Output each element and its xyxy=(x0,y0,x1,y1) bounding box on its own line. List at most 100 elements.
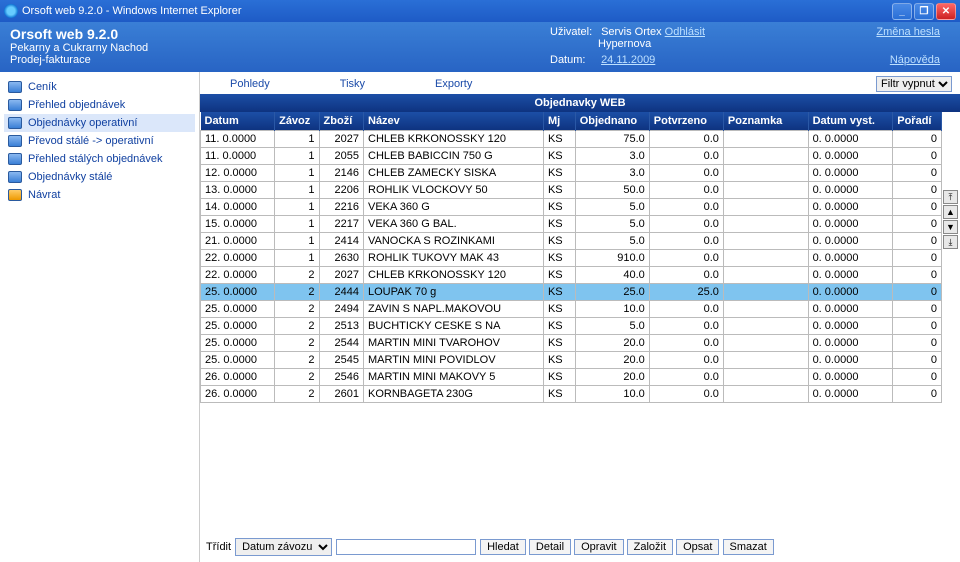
sidebar-item[interactable]: Ceník xyxy=(4,78,195,96)
založit-button[interactable]: Založit xyxy=(627,539,673,555)
cell xyxy=(723,233,808,250)
cell: 0. 0.0000 xyxy=(808,182,893,199)
cell: 0 xyxy=(893,318,942,335)
table-row[interactable]: 25. 0.000022444LOUPAK 70 gKS25.025.00. 0… xyxy=(201,284,942,301)
col-header[interactable]: Pořadí xyxy=(893,112,942,131)
window-close-button[interactable]: ✕ xyxy=(936,3,956,20)
col-header[interactable]: Datum xyxy=(201,112,275,131)
views-tab[interactable]: Pohledy xyxy=(230,78,270,90)
table-row[interactable]: 22. 0.000012630ROHLIK TUKOVY MAK 43KS910… xyxy=(201,250,942,267)
cell xyxy=(723,165,808,182)
cell: 2414 xyxy=(319,233,363,250)
page-icon xyxy=(8,153,22,165)
opsat-button[interactable]: Opsat xyxy=(676,539,719,555)
filter-dropdown[interactable]: Filtr vypnut xyxy=(876,76,952,92)
cell: 0.0 xyxy=(649,216,723,233)
cell: KS xyxy=(543,318,575,335)
cell: 12. 0.0000 xyxy=(201,165,275,182)
cell: MARTIN MINI MAKOVY 5 xyxy=(364,369,544,386)
cell: 0 xyxy=(893,199,942,216)
hledat-button[interactable]: Hledat xyxy=(480,539,526,555)
cell: KS xyxy=(543,131,575,148)
sidebar-item[interactable]: Objednávky stálé xyxy=(4,168,195,186)
cell: KS xyxy=(543,216,575,233)
cell: 2 xyxy=(275,386,319,403)
change-password-link[interactable]: Změna hesla xyxy=(876,26,940,38)
table-row[interactable]: 25. 0.000022513BUCHTICKY CESKE S NAKS5.0… xyxy=(201,318,942,335)
scroll-top-icon[interactable]: ⤒ xyxy=(943,190,958,204)
table-row[interactable]: 22. 0.000022027CHLEB KRKONOSSKY 120KS40.… xyxy=(201,267,942,284)
table-row[interactable]: 25. 0.000022545MARTIN MINI POVIDLOVKS20.… xyxy=(201,352,942,369)
smazat-button[interactable]: Smazat xyxy=(723,539,774,555)
cell: 25.0 xyxy=(649,284,723,301)
cell xyxy=(723,352,808,369)
opravit-button[interactable]: Opravit xyxy=(574,539,623,555)
scroll-up-icon[interactable]: ▲ xyxy=(943,205,958,219)
col-header[interactable]: Název xyxy=(364,112,544,131)
cell: 0.0 xyxy=(649,182,723,199)
cell: 0. 0.0000 xyxy=(808,284,893,301)
table-row[interactable]: 12. 0.000012146CHLEB ZAMECKY SISKAKS3.00… xyxy=(201,165,942,182)
scroll-down-icon[interactable]: ▼ xyxy=(943,220,958,234)
detail-button[interactable]: Detail xyxy=(529,539,571,555)
col-header[interactable]: Zboží xyxy=(319,112,363,131)
cell: 0. 0.0000 xyxy=(808,352,893,369)
search-input[interactable] xyxy=(336,539,476,555)
cell: 11. 0.0000 xyxy=(201,148,275,165)
table-row[interactable]: 13. 0.000012206ROHLIK VLOCKOVY 50KS50.00… xyxy=(201,182,942,199)
table-row[interactable]: 11. 0.000012055CHLEB BABICCIN 750 GKS3.0… xyxy=(201,148,942,165)
cell: 2 xyxy=(275,301,319,318)
col-header[interactable]: Mj xyxy=(543,112,575,131)
page-icon xyxy=(8,99,22,111)
table-row[interactable]: 26. 0.000022546MARTIN MINI MAKOVY 5KS20.… xyxy=(201,369,942,386)
logout-link[interactable]: Odhlásit xyxy=(665,26,705,38)
table-row[interactable]: 21. 0.000012414VANOCKA S ROZINKAMIKS5.00… xyxy=(201,233,942,250)
sort-select[interactable]: Datum závozu xyxy=(235,538,332,556)
cell xyxy=(723,250,808,267)
cell: 0.0 xyxy=(649,386,723,403)
sidebar-item[interactable]: Přehled objednávek xyxy=(4,96,195,114)
col-header[interactable]: Datum vyst. xyxy=(808,112,893,131)
cell: 25.0 xyxy=(575,284,649,301)
data-table: DatumZávozZbožíNázevMjObjednanoPotvrzeno… xyxy=(200,112,942,403)
sidebar-item[interactable]: Přehled stálých objednávek xyxy=(4,150,195,168)
cell xyxy=(723,216,808,233)
exports-tab[interactable]: Exporty xyxy=(435,78,472,90)
table-row[interactable]: 11. 0.000012027CHLEB KRKONOSSKY 120KS75.… xyxy=(201,131,942,148)
date-value[interactable]: 24.11.2009 xyxy=(601,54,655,66)
table-row[interactable]: 25. 0.000022494ZAVIN S NAPL.MAKOVOUKS10.… xyxy=(201,301,942,318)
col-header[interactable]: Závoz xyxy=(275,112,319,131)
window-maximize-button[interactable]: ❐ xyxy=(914,3,934,20)
cell: 3.0 xyxy=(575,165,649,182)
cell: KS xyxy=(543,267,575,284)
help-link[interactable]: Nápověda xyxy=(890,54,940,66)
cell: CHLEB KRKONOSSKY 120 xyxy=(364,267,544,284)
cell: KS xyxy=(543,233,575,250)
cell: ZAVIN S NAPL.MAKOVOU xyxy=(364,301,544,318)
col-header[interactable]: Objednano xyxy=(575,112,649,131)
prints-tab[interactable]: Tisky xyxy=(340,78,365,90)
cell: 2546 xyxy=(319,369,363,386)
table-row[interactable]: 14. 0.000012216VEKA 360 GKS5.00.00. 0.00… xyxy=(201,199,942,216)
table-row[interactable]: 15. 0.000012217VEKA 360 G BAL.KS5.00.00.… xyxy=(201,216,942,233)
col-header[interactable]: Poznamka xyxy=(723,112,808,131)
sidebar-item[interactable]: Návrat xyxy=(4,186,195,204)
cell: 11. 0.0000 xyxy=(201,131,275,148)
cell: 2 xyxy=(275,284,319,301)
cell: 2630 xyxy=(319,250,363,267)
cell: 0.0 xyxy=(649,318,723,335)
cell: 0.0 xyxy=(649,301,723,318)
section-title: Prodej-fakturace xyxy=(10,54,550,66)
window-minimize-button[interactable]: _ xyxy=(892,3,912,20)
table-row[interactable]: 25. 0.000022544MARTIN MINI TVAROHOVKS20.… xyxy=(201,335,942,352)
table-row[interactable]: 26. 0.000022601KORNBAGETA 230GKS10.00.00… xyxy=(201,386,942,403)
sidebar-item[interactable]: Objednávky operativní xyxy=(4,114,195,132)
col-header[interactable]: Potvrzeno xyxy=(649,112,723,131)
sidebar-item[interactable]: Převod stálé -> operativní xyxy=(4,132,195,150)
cell: 26. 0.0000 xyxy=(201,386,275,403)
cell: 2146 xyxy=(319,165,363,182)
cell: ROHLIK TUKOVY MAK 43 xyxy=(364,250,544,267)
cell: 15. 0.0000 xyxy=(201,216,275,233)
scroll-bottom-icon[interactable]: ⤓ xyxy=(943,235,958,249)
cell: 0 xyxy=(893,301,942,318)
